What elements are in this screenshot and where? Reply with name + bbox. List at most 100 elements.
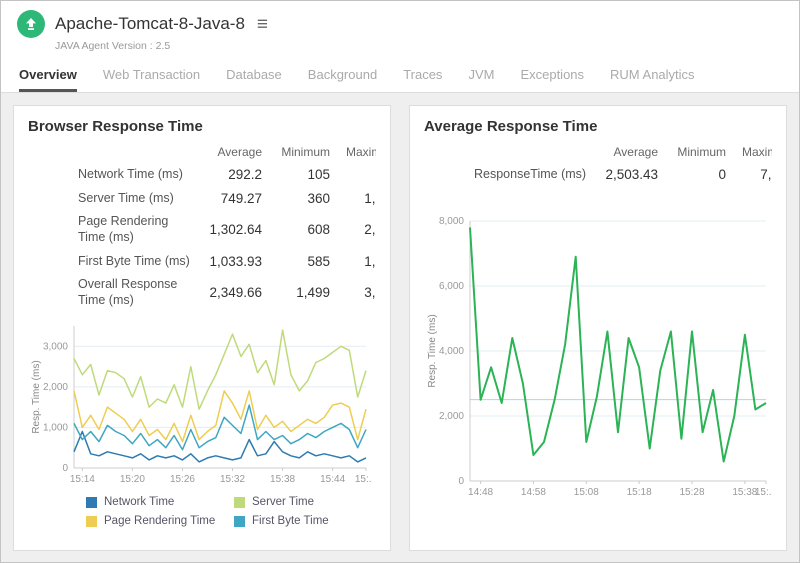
legend-swatch (86, 516, 97, 527)
metric-label: Server Time (ms) (28, 187, 198, 211)
table-header-row: Average Minimum Maximum (28, 139, 376, 163)
svg-text:3,000: 3,000 (43, 342, 68, 353)
tab-exceptions[interactable]: Exceptions (520, 67, 584, 92)
table-row: Network Time (ms) 292.2 105 930 (28, 163, 376, 187)
metric-label: Network Time (ms) (28, 163, 198, 187)
tab-database[interactable]: Database (226, 67, 282, 92)
tab-rum-analytics[interactable]: RUM Analytics (610, 67, 695, 92)
tab-bar: Overview Web Transaction Database Backgr… (1, 58, 799, 93)
svg-text:15:38: 15:38 (270, 474, 295, 485)
tab-jvm[interactable]: JVM (468, 67, 494, 92)
svg-text:15:14: 15:14 (70, 474, 95, 485)
tab-web-transaction[interactable]: Web Transaction (103, 67, 200, 92)
browser-response-chart[interactable]: 0 1,000 2,000 3,000 15:14 15:20 15:26 15:32 15:3… (28, 318, 376, 488)
svg-text:0: 0 (458, 476, 464, 487)
legend-item-network-time[interactable]: Network Time (86, 496, 234, 508)
column-minimum: Minimum (662, 139, 730, 163)
legend-item-page-rendering-time[interactable]: Page Rendering Time (86, 515, 234, 527)
svg-text:14:58: 14:58 (521, 487, 546, 498)
column-minimum: Minimum (266, 139, 334, 163)
metric-label: Overall Response Time (ms) (28, 273, 198, 312)
metric-label: ResponseTime (ms) (424, 163, 594, 187)
metric-minimum: 585 (266, 250, 334, 274)
svg-text:15:08: 15:08 (574, 487, 599, 498)
hamburger-menu-icon[interactable]: ≡ (257, 15, 268, 34)
panel-title: Browser Response Time (28, 118, 376, 135)
svg-text:15:28: 15:28 (679, 487, 704, 498)
svg-text:8,000: 8,000 (439, 216, 464, 227)
average-response-chart[interactable]: 0 2,000 4,000 6,000 8,000 14:48 14:58 15:08 15:1… (424, 213, 772, 501)
metric-maximum: 1,658 (334, 187, 376, 211)
empty-header-cell (28, 139, 198, 163)
svg-text:15:32: 15:32 (220, 474, 245, 485)
metric-average: 2,349.66 (198, 273, 266, 312)
app-window: Apache-Tomcat-8-Java-8 ≡ JAVA Agent Vers… (0, 0, 800, 563)
svg-text:0: 0 (62, 463, 68, 474)
svg-text:15:26: 15:26 (170, 474, 195, 485)
table-row: ResponseTime (ms) 2,503.43 0 7,815 (424, 163, 772, 187)
average-metrics-table: Average Minimum Maximum ResponseTime (ms… (424, 139, 772, 187)
table-row: Page Rendering Time (ms) 1,302.64 608 2,… (28, 210, 376, 249)
column-average: Average (594, 139, 662, 163)
svg-text:15:...: 15:... (755, 487, 772, 498)
legend-label: Page Rendering Time (104, 515, 215, 527)
legend-swatch (234, 516, 245, 527)
metric-average: 1,033.93 (198, 250, 266, 274)
tab-background[interactable]: Background (308, 67, 377, 92)
browser-response-time-panel: Browser Response Time Average Minimum Ma… (13, 105, 391, 551)
metric-average: 2,503.43 (594, 163, 662, 187)
metric-minimum: 1,499 (266, 273, 334, 312)
metric-average: 292.2 (198, 163, 266, 187)
metric-average: 749.27 (198, 187, 266, 211)
empty-header-cell (424, 139, 594, 163)
metric-maximum: 3,807 (334, 273, 376, 312)
panel-title: Average Response Time (424, 118, 772, 135)
tab-overview[interactable]: Overview (19, 67, 77, 92)
legend-swatch (234, 497, 245, 508)
status-up-icon (17, 10, 45, 38)
column-average: Average (198, 139, 266, 163)
metric-maximum: 930 (334, 163, 376, 187)
svg-text:2,000: 2,000 (439, 411, 464, 422)
legend-item-first-byte-time[interactable]: First Byte Time (234, 515, 391, 527)
header: Apache-Tomcat-8-Java-8 ≡ JAVA Agent Vers… (1, 1, 799, 58)
svg-text:15:18: 15:18 (627, 487, 652, 498)
arrow-up-icon (24, 17, 38, 31)
browser-metrics-table: Average Minimum Maximum Network Time (ms… (28, 139, 376, 312)
metric-label: First Byte Time (ms) (28, 250, 198, 274)
tab-traces[interactable]: Traces (403, 67, 442, 92)
metric-minimum: 608 (266, 210, 334, 249)
chart-legend: Network Time Server Time Page Rendering … (86, 496, 376, 527)
svg-text:1,000: 1,000 (43, 423, 68, 434)
legend-label: Server Time (252, 496, 314, 508)
table-row: First Byte Time (ms) 1,033.93 585 1,774 (28, 250, 376, 274)
metric-minimum: 360 (266, 187, 334, 211)
table-header-row: Average Minimum Maximum (424, 139, 772, 163)
metric-maximum: 7,815 (730, 163, 772, 187)
metric-minimum: 0 (662, 163, 730, 187)
legend-item-server-time[interactable]: Server Time (234, 496, 391, 508)
legend-label: First Byte Time (252, 515, 329, 527)
metric-maximum: 1,774 (334, 250, 376, 274)
legend-swatch (86, 497, 97, 508)
svg-text:15:44: 15:44 (320, 474, 345, 485)
average-response-time-panel: Average Response Time Average Minimum Ma… (409, 105, 787, 551)
table-row: Server Time (ms) 749.27 360 1,658 (28, 187, 376, 211)
column-maximum: Maximum (730, 139, 772, 163)
svg-text:14:48: 14:48 (468, 487, 493, 498)
svg-text:Resp. Time (ms): Resp. Time (ms) (31, 361, 42, 434)
table-row: Overall Response Time (ms) 2,349.66 1,49… (28, 273, 376, 312)
metric-maximum: 2,561 (334, 210, 376, 249)
column-maximum: Maximum (334, 139, 376, 163)
svg-text:2,000: 2,000 (43, 382, 68, 393)
svg-text:15:...: 15:... (355, 474, 372, 485)
svg-text:15:20: 15:20 (120, 474, 145, 485)
svg-text:4,000: 4,000 (439, 346, 464, 357)
metric-minimum: 105 (266, 163, 334, 187)
legend-label: Network Time (104, 496, 174, 508)
metric-average: 1,302.64 (198, 210, 266, 249)
svg-text:6,000: 6,000 (439, 281, 464, 292)
dashboard-content: Browser Response Time Average Minimum Ma… (1, 93, 799, 563)
agent-version-label: JAVA Agent Version : 2.5 (55, 40, 783, 52)
page-title: Apache-Tomcat-8-Java-8 (55, 14, 245, 34)
